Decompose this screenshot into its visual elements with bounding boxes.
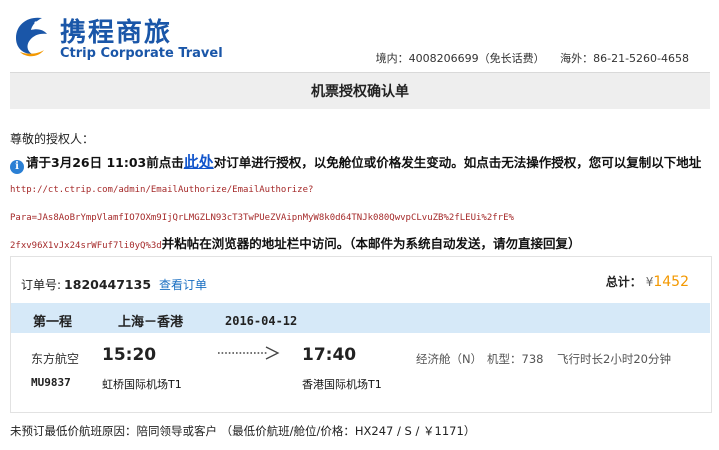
hotline-overseas: 海外：86-21-5260-4658	[560, 52, 689, 65]
flight-number: MU9837	[31, 376, 71, 389]
dotted-arrow-icon	[218, 346, 280, 360]
hotline-info: 境内：4008206699（免长话费） 海外：86-21-5260-4658	[376, 50, 689, 66]
brand-name-en: Ctrip Corporate Travel	[60, 46, 223, 61]
order-number-label: 订单号:	[21, 278, 62, 292]
flight-leg-header	[11, 303, 710, 333]
hotline-domestic: 境内：4008206699（免长话费）	[375, 52, 545, 65]
message-after-link: 对订单进行授权，以免舱位或价格发生变动。如点击无法操作授权，您可以复制以下地址	[213, 155, 702, 170]
aircraft-type: 机型：738	[487, 352, 544, 366]
view-order-link[interactable]: 查看订单	[159, 278, 207, 292]
total-amount: 1452	[653, 274, 689, 290]
departure-airport: 虹桥国际机场T1	[102, 378, 182, 391]
arrival-airport: 香港国际机场T1	[302, 378, 382, 391]
ctrip-logo: 携程商旅 Ctrip Corporate Travel	[10, 10, 223, 62]
order-number: 1820447135	[64, 277, 152, 292]
order-number-row: 订单号: 1820447135 查看订单	[21, 276, 207, 293]
authorize-url-line-1[interactable]: http://ct.ctrip.com/admin/EmailAuthorize…	[10, 185, 313, 195]
authorization-message: i 请于3月26日 11:03前点击此处对订单进行授权，以免舱位或价格发生变动。如…	[10, 150, 710, 259]
total-label: 总计：	[605, 275, 642, 289]
authorize-url-line-2[interactable]: Para=JAs8AoBrYmpVlamfIO7OXm9IjQrLMGZLN93…	[10, 213, 514, 223]
page-title: 机票授权确认单	[10, 72, 710, 109]
dolphin-logo-icon	[16, 17, 47, 57]
flight-route: 上海－香港	[118, 315, 184, 330]
info-icon: i	[10, 160, 24, 174]
departure-time: 15:20	[102, 345, 157, 365]
non-lowest-fare-reason: 未预订最低价航班原因：陪同领导或客户 （最低价航班/舱位/价格：HX247 / …	[10, 424, 476, 438]
flight-duration: 飞行时长2小时20分钟	[557, 352, 671, 366]
authorize-here-link[interactable]: 此处	[184, 153, 214, 171]
greeting: 尊敬的授权人：	[10, 132, 95, 146]
arrival-time: 17:40	[302, 345, 357, 365]
order-total: 总计： ¥1452	[606, 273, 689, 290]
message-before-link: 请于3月26日 11:03前点击	[26, 155, 184, 170]
message-after-url: 并粘帖在浏览器的地址栏中访问。（本邮件为系统自动发送，请勿直接回复）	[161, 236, 581, 251]
leg-label: 第一程	[33, 315, 73, 330]
cabin-class: 经济舱（N）	[416, 352, 483, 366]
flight-date: 2016-04-12	[225, 314, 298, 328]
airline-name: 东方航空	[31, 352, 80, 366]
brand-name-cn: 携程商旅	[60, 18, 173, 48]
authorize-url-line-3[interactable]: 2fxv96X1vJx24srWFuf7li0yQ%3d	[10, 241, 162, 251]
